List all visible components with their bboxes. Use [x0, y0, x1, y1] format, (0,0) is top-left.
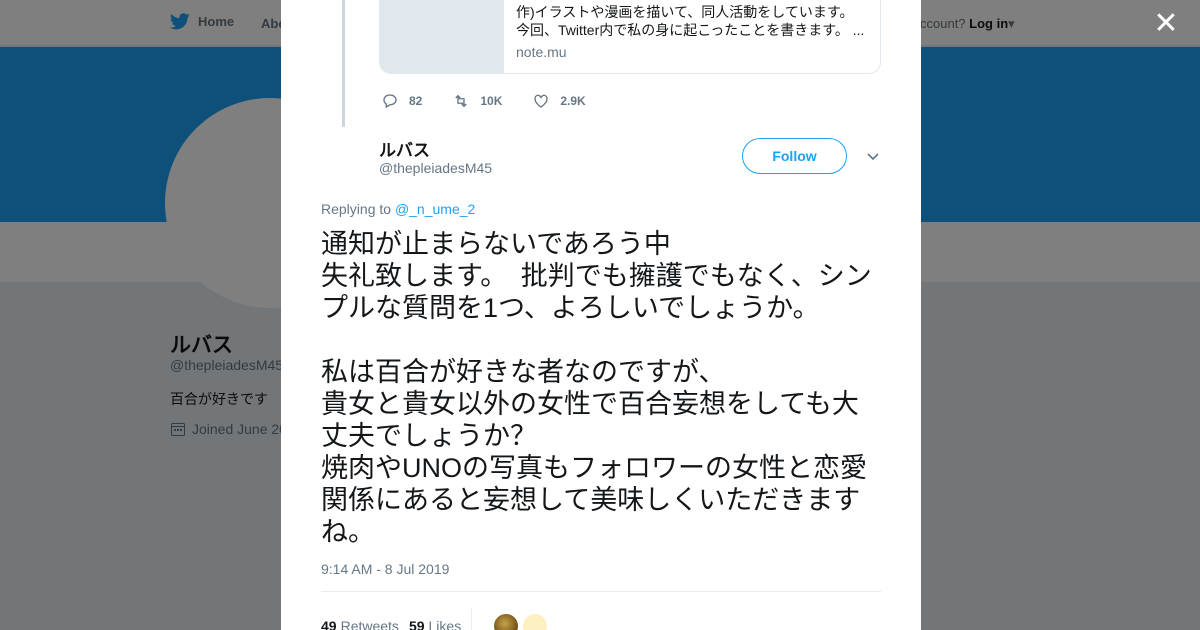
follow-button[interactable]: Follow: [742, 138, 847, 174]
liker-avatars: [494, 614, 548, 630]
likes-count: 59: [408, 618, 425, 630]
author-handle[interactable]: @thepleiadesM45: [379, 160, 492, 176]
link-preview-card[interactable]: 作)イラストや漫画を描いて、同人活動をしています。 今回、Twitter内で私の…: [379, 0, 881, 74]
card-domain: note.mu: [516, 44, 567, 60]
reply-button[interactable]: 82: [381, 92, 422, 110]
tweet-text: 通知が止まらないであろう中 失礼致します。 批判でも擁護でもなく、シンプルな質問…: [321, 229, 872, 547]
retweets-stat[interactable]: 49 Retweets: [321, 618, 399, 630]
retweet-count: 10K: [480, 94, 503, 108]
tweet-modal: 作)イラストや漫画を描いて、同人活動をしています。 今回、Twitter内で私の…: [281, 0, 921, 630]
likes-stat[interactable]: 59 Likes: [409, 618, 461, 630]
likes-label: Likes: [428, 618, 462, 630]
card-description: 作)イラストや漫画を描いて、同人活動をしています。 今回、Twitter内で私の…: [516, 3, 876, 39]
stats-divider: [321, 591, 881, 592]
tweet-timestamp[interactable]: 9:14 AM - 8 Jul 2019: [321, 561, 449, 577]
retweet-icon: [455, 94, 468, 108]
liker-avatar[interactable]: [523, 614, 548, 630]
retweet-button[interactable]: 10K: [452, 92, 502, 110]
card-line: 作)イラストや漫画を描いて、同人活動をしています。: [516, 4, 854, 20]
chevron-down-icon[interactable]: [865, 148, 881, 164]
like-button[interactable]: 2.9K: [532, 92, 586, 110]
card-thumbnail: [380, 0, 504, 73]
liker-avatar[interactable]: [494, 614, 519, 630]
retweets-label: Retweets: [340, 618, 399, 630]
close-icon[interactable]: ✕: [1152, 9, 1180, 39]
retweets-count: 49: [321, 618, 337, 630]
parent-tweet-actions: 82 10K 2.9K: [381, 92, 616, 110]
tweet-stats: 49 Retweets 59 Likes: [321, 606, 548, 630]
heart-icon: [534, 94, 549, 108]
author-name[interactable]: ルバス: [379, 136, 430, 161]
replying-to-link[interactable]: @_n_ume_2: [395, 201, 475, 217]
stats-separator: [471, 608, 473, 630]
like-count: 2.9K: [560, 94, 586, 108]
replying-to: Replying to @_n_ume_2: [321, 201, 475, 217]
reply-count: 82: [409, 94, 423, 108]
reply-icon: [383, 94, 397, 109]
card-line: 今回、Twitter内で私の身に起こったことを書きます。 ...: [516, 22, 865, 38]
replying-prefix: Replying to: [321, 201, 392, 217]
thread-connector: [342, 0, 345, 127]
